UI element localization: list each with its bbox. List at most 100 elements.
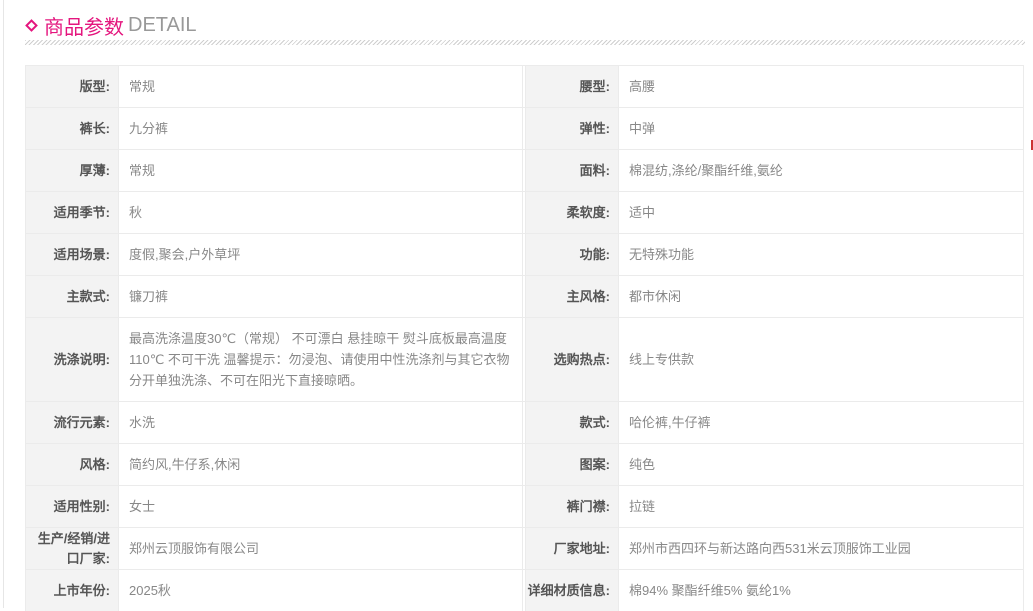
param-value: 都市休闲	[618, 276, 1023, 317]
param-label-text: 流行元素:	[53, 414, 110, 430]
param-value: 棉混纺,涤纶/聚酯纤维,氨纶	[618, 150, 1023, 191]
param-label: 图案:	[526, 444, 618, 485]
param-label-text: 裤门襟:	[566, 498, 610, 514]
param-label: 版型:	[26, 66, 118, 107]
param-label: 面料:	[526, 150, 618, 191]
param-label-text: 面料:	[579, 162, 610, 178]
param-label: 主款式:	[26, 276, 118, 317]
param-pair: 裤长: 九分裤	[25, 108, 523, 149]
table-row: 上市年份: 2025秋 详细材质信息: 棉94% 聚酯纤维5% 氨纶1%	[25, 569, 1024, 611]
param-label: 适用场景:	[26, 234, 118, 275]
param-pair: 图案: 纯色	[525, 444, 1024, 485]
param-label: 生产/经销/进口厂家:	[26, 528, 118, 569]
param-value: 简约风,牛仔系,休闲	[118, 444, 522, 485]
param-label-text: 腰型:	[579, 78, 610, 94]
param-pair: 功能: 无特殊功能	[525, 234, 1024, 275]
param-pair: 上市年份: 2025秋	[25, 570, 523, 611]
param-label: 腰型:	[526, 66, 618, 107]
param-value: 2025秋	[118, 570, 522, 611]
section-title: 商品参数	[44, 16, 124, 39]
param-label: 适用性别:	[26, 486, 118, 527]
param-label-text: 款式:	[579, 414, 610, 430]
param-value: 度假,聚会,户外草坪	[118, 234, 522, 275]
section-header: 商品参数 DETAIL	[25, 10, 197, 40]
param-pair: 选购热点: 线上专供款	[525, 318, 1024, 401]
param-value: 常规	[118, 150, 522, 191]
diamond-icon	[25, 18, 38, 32]
param-label-text: 洗涤说明:	[53, 351, 110, 367]
param-value: 棉94% 聚酯纤维5% 氨纶1%	[618, 570, 1023, 611]
param-label-text: 适用场景:	[53, 246, 110, 262]
table-row: 风格: 简约风,牛仔系,休闲 图案: 纯色	[25, 443, 1024, 485]
param-value: 常规	[118, 66, 522, 107]
param-label: 裤长:	[26, 108, 118, 149]
param-label: 主风格:	[526, 276, 618, 317]
param-pair: 适用性别: 女士	[25, 486, 523, 527]
param-pair: 主款式: 镰刀裤	[25, 276, 523, 317]
param-label-text: 主款式:	[66, 288, 110, 304]
param-value: 郑州市西四环与新达路向西531米云顶服饰工业园	[618, 528, 1023, 569]
param-pair: 面料: 棉混纺,涤纶/聚酯纤维,氨纶	[525, 150, 1024, 191]
param-label-text: 弹性:	[579, 120, 610, 136]
param-value: 镰刀裤	[118, 276, 522, 317]
param-label-text: 风格:	[79, 456, 110, 472]
param-label: 弹性:	[526, 108, 618, 149]
param-pair: 裤门襟: 拉链	[525, 486, 1024, 527]
param-pair: 款式: 哈伦裤,牛仔裤	[525, 402, 1024, 443]
table-row: 适用季节: 秋 柔软度: 适中	[25, 191, 1024, 233]
param-pair: 弹性: 中弹	[525, 108, 1024, 149]
param-label-text: 功能:	[579, 246, 610, 262]
param-value: 最高洗涤温度30℃（常规） 不可漂白 悬挂晾干 熨斗底板最高温度110℃ 不可干…	[118, 318, 522, 401]
param-label-text: 版型:	[79, 78, 110, 94]
param-label-text: 详细材质信息:	[527, 582, 610, 598]
param-label-text: 适用性别:	[53, 498, 110, 514]
param-label-text: 图案:	[579, 456, 610, 472]
param-label-text: 生产/经销/进口厂家:	[37, 530, 110, 566]
param-value: 纯色	[618, 444, 1023, 485]
param-value: 哈伦裤,牛仔裤	[618, 402, 1023, 443]
param-label: 上市年份:	[26, 570, 118, 611]
param-value: 线上专供款	[618, 318, 1023, 401]
hatch-divider	[25, 40, 1025, 45]
table-row: 适用场景: 度假,聚会,户外草坪 功能: 无特殊功能	[25, 233, 1024, 275]
param-label: 详细材质信息:	[526, 570, 618, 611]
param-pair: 流行元素: 水洗	[25, 402, 523, 443]
param-pair: 生产/经销/进口厂家: 郑州云顶服饰有限公司	[25, 528, 523, 569]
param-pair: 版型: 常规	[25, 66, 523, 107]
param-label-text: 厂家地址:	[553, 540, 610, 556]
param-value: 女士	[118, 486, 522, 527]
table-row: 洗涤说明: 最高洗涤温度30℃（常规） 不可漂白 悬挂晾干 熨斗底板最高温度110…	[25, 317, 1024, 401]
table-row: 生产/经销/进口厂家: 郑州云顶服饰有限公司 厂家地址: 郑州市西四环与新达路向西53…	[25, 527, 1024, 569]
param-label: 厂家地址:	[526, 528, 618, 569]
param-label: 风格:	[26, 444, 118, 485]
param-value: 无特殊功能	[618, 234, 1023, 275]
product-params-table: 版型: 常规 腰型: 高腰 裤长: 九分裤 弹性: 中弹 厚薄: 常规 面料: 棉混纺,涤纶/聚酯纤维…	[25, 65, 1024, 611]
param-label-text: 柔软度:	[566, 204, 610, 220]
param-label: 适用季节:	[26, 192, 118, 233]
param-label: 功能:	[526, 234, 618, 275]
param-label-text: 适用季节:	[53, 204, 110, 220]
param-pair: 详细材质信息: 棉94% 聚酯纤维5% 氨纶1%	[525, 570, 1024, 611]
param-value: 水洗	[118, 402, 522, 443]
param-value: 中弹	[618, 108, 1023, 149]
param-pair: 适用场景: 度假,聚会,户外草坪	[25, 234, 523, 275]
param-value: 高腰	[618, 66, 1023, 107]
param-label: 厚薄:	[26, 150, 118, 191]
table-row: 主款式: 镰刀裤 主风格: 都市休闲	[25, 275, 1024, 317]
param-value: 秋	[118, 192, 522, 233]
param-label: 洗涤说明:	[26, 318, 118, 401]
param-value: 郑州云顶服饰有限公司	[118, 528, 522, 569]
param-value: 拉链	[618, 486, 1023, 527]
param-pair: 洗涤说明: 最高洗涤温度30℃（常规） 不可漂白 悬挂晾干 熨斗底板最高温度110…	[25, 318, 523, 401]
param-pair: 柔软度: 适中	[525, 192, 1024, 233]
param-pair: 厂家地址: 郑州市西四环与新达路向西531米云顶服饰工业园	[525, 528, 1024, 569]
param-label-text: 主风格:	[566, 288, 610, 304]
param-label-text: 裤长:	[79, 120, 110, 136]
param-label: 款式:	[526, 402, 618, 443]
param-label: 流行元素:	[26, 402, 118, 443]
param-value: 九分裤	[118, 108, 522, 149]
param-pair: 风格: 简约风,牛仔系,休闲	[25, 444, 523, 485]
param-label-text: 上市年份:	[53, 582, 110, 598]
param-label: 裤门襟:	[526, 486, 618, 527]
param-label: 柔软度:	[526, 192, 618, 233]
